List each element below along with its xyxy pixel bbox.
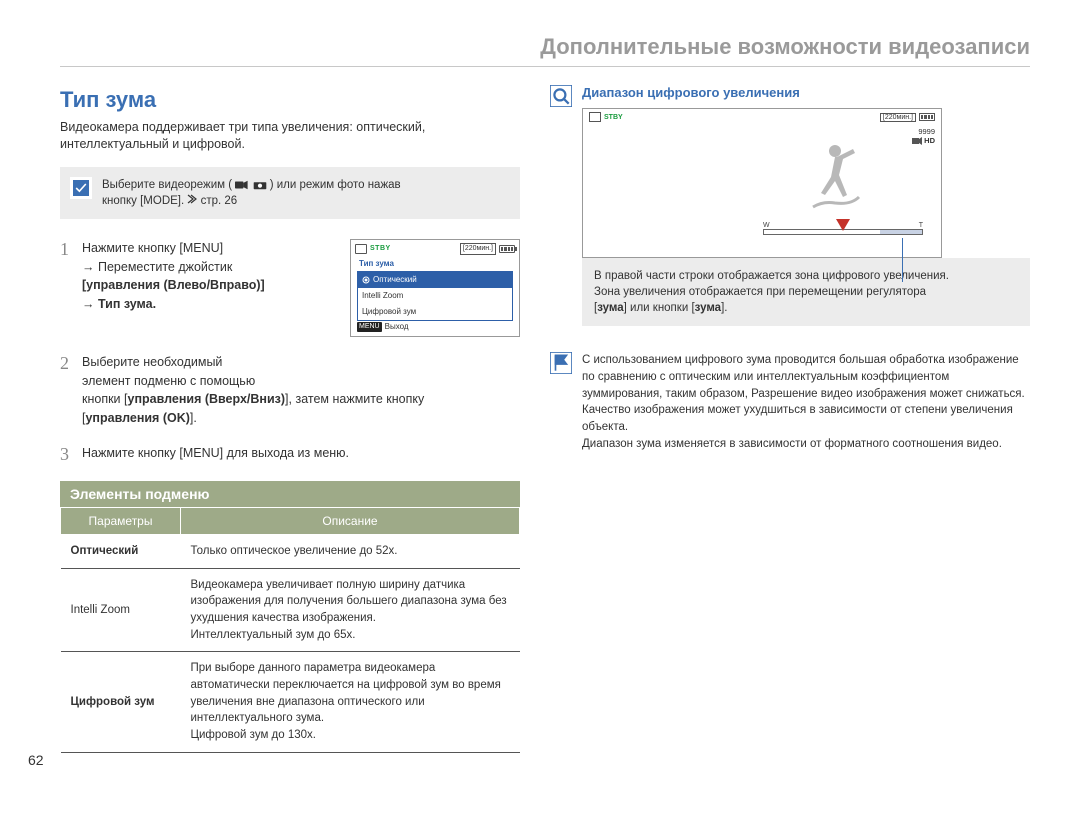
- chapter-title: Дополнительные возможности видеозаписи: [540, 34, 1030, 59]
- note-text: С использованием цифрового зума проводит…: [582, 352, 1030, 452]
- row-intelli-label: Intelli Zoom: [61, 568, 181, 652]
- menu-title: Тип зума: [359, 258, 513, 270]
- step-1c: [управления (Влево/Вправо)]: [82, 278, 265, 292]
- menu-button-label: MENU: [357, 322, 382, 333]
- step-2b: элемент подменю с помощью: [82, 374, 255, 388]
- mode-text-3: кнопку [MODE].: [102, 195, 187, 207]
- row-intelli-desc: Видеокамера увеличивает полную ширину да…: [181, 568, 520, 652]
- stby-label: STBY: [370, 244, 391, 255]
- zoom-desc-l3: [зума] или кнопки [зума].: [594, 302, 727, 314]
- rec-time: [220мин.]: [460, 243, 496, 256]
- rec-time-big: [220мин.]: [880, 113, 916, 122]
- mode-callout: Выберите видеорежим ( ) или режим фото н…: [60, 167, 520, 219]
- col-params: Параметры: [61, 507, 181, 534]
- step-1a: Нажмите кнопку [MENU]: [82, 241, 223, 255]
- zoom-bar: WT: [763, 222, 923, 235]
- menu-item-digital: Цифровой зум: [358, 304, 512, 320]
- hd-icon: HD: [912, 136, 935, 145]
- step-2d: [управления (OK)].: [82, 411, 197, 425]
- chapter-header: Дополнительные возможности видеозаписи: [60, 28, 1030, 67]
- page-number: 62: [28, 752, 44, 768]
- page-ref: стр. 26: [201, 195, 238, 207]
- lcd-menu-preview: STBY [220мин.] Тип зума: [350, 239, 520, 337]
- section-title: Тип зума: [60, 87, 520, 113]
- step-2a: Выберите необходимый: [82, 355, 222, 369]
- step-3: Нажмите кнопку [MENU] для выхода из меню…: [82, 444, 520, 465]
- step-1d: → Тип зума.: [82, 297, 156, 311]
- shot-count: 9999: [912, 127, 935, 136]
- lcd-zoom-preview: STBY [220мин.] 9999 HD: [582, 108, 942, 258]
- note-icon: [550, 352, 572, 374]
- battery-icon-big: [919, 113, 935, 121]
- menu-item-optical: Оптический: [358, 272, 512, 288]
- video-mode-icon: [235, 180, 249, 190]
- sd-card-icon: [589, 112, 601, 122]
- row-digital-desc: При выборе данного параметра видеокамера…: [181, 652, 520, 752]
- submenu-heading: Элементы подменю: [60, 481, 520, 507]
- zoom-cursor-icon: [836, 219, 850, 233]
- row-digital-label: Цифровой зум: [61, 652, 181, 752]
- magnifier-icon: [550, 85, 572, 107]
- sd-card-icon: [355, 244, 367, 254]
- step-3-num: 3: [60, 444, 82, 465]
- mode-text-2: ) или режим фото нажав: [270, 179, 401, 191]
- step-2-num: 2: [60, 353, 82, 428]
- intro-paragraph: Видеокамера поддерживает три типа увелич…: [60, 119, 520, 153]
- exit-label: Выход: [385, 321, 409, 333]
- zoom-desc-box: В правой части строки отображается зона …: [582, 258, 1030, 326]
- row-optical-label: Оптический: [61, 534, 181, 568]
- step-2c: кнопки [управления (Вверх/Вниз)], затем …: [82, 392, 424, 406]
- col-desc: Описание: [181, 507, 520, 534]
- battery-icon: [499, 245, 515, 253]
- step-1-num: 1: [60, 239, 82, 337]
- zoom-subtitle: Диапазон цифрового увеличения: [582, 85, 1030, 100]
- mode-text-1: Выберите видеорежим (: [102, 179, 232, 191]
- menu-item-intelli: Intelli Zoom: [358, 288, 512, 304]
- check-down-icon: [70, 177, 92, 199]
- submenu-table: Параметры Описание Оптический Только опт…: [60, 507, 520, 753]
- step-1b: → Переместите джойстик: [82, 260, 232, 274]
- page-ref-icon: [187, 194, 197, 204]
- skater-illustration: [803, 141, 873, 221]
- stby-label-big: STBY: [604, 114, 623, 121]
- photo-mode-icon: [253, 180, 267, 190]
- row-optical-desc: Только оптическое увеличение до 52x.: [181, 534, 520, 568]
